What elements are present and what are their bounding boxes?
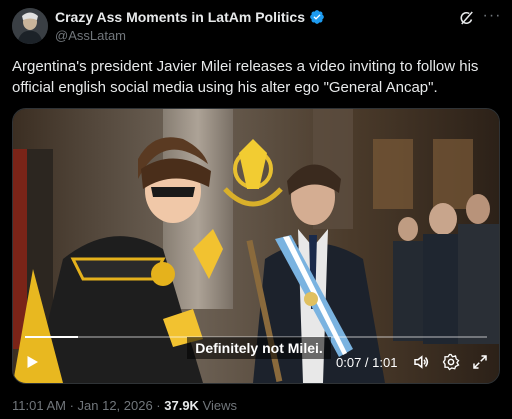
more-icon[interactable]: ···: [482, 6, 502, 26]
verified-badge-icon: [310, 10, 324, 24]
fullscreen-icon[interactable]: [471, 353, 489, 371]
grok-icon[interactable]: [458, 9, 476, 27]
views-label: Views: [198, 398, 238, 413]
tweet-meta: 11:01 AM · Jan 12, 2026 · 37.9K Views: [12, 398, 237, 413]
video-time: 0:07 / 1:01: [336, 355, 398, 370]
tweet: Crazy Ass Moments in LatAm Politics @Ass…: [0, 0, 512, 419]
video-player[interactable]: Definitely not Milei. 0:07 / 1:01: [12, 108, 500, 384]
tweet-timestamp[interactable]: 11:01 AM · Jan 12, 2026 ·: [12, 398, 164, 413]
volume-icon[interactable]: [412, 353, 430, 371]
views-count: 37.9K: [164, 398, 199, 413]
video-progress-fill: [25, 336, 79, 338]
author-handle[interactable]: @AssLatam: [55, 28, 126, 43]
video-caption: Definitely not Milei.: [187, 337, 331, 359]
author-display-name[interactable]: Crazy Ass Moments in LatAm Politics: [55, 9, 305, 25]
tweet-text: Argentina's president Javier Milei relea…: [12, 58, 479, 96]
author-avatar[interactable]: [12, 8, 48, 44]
avatar-image: [12, 8, 48, 44]
settings-icon[interactable]: [442, 353, 460, 371]
play-icon[interactable]: [23, 353, 41, 371]
